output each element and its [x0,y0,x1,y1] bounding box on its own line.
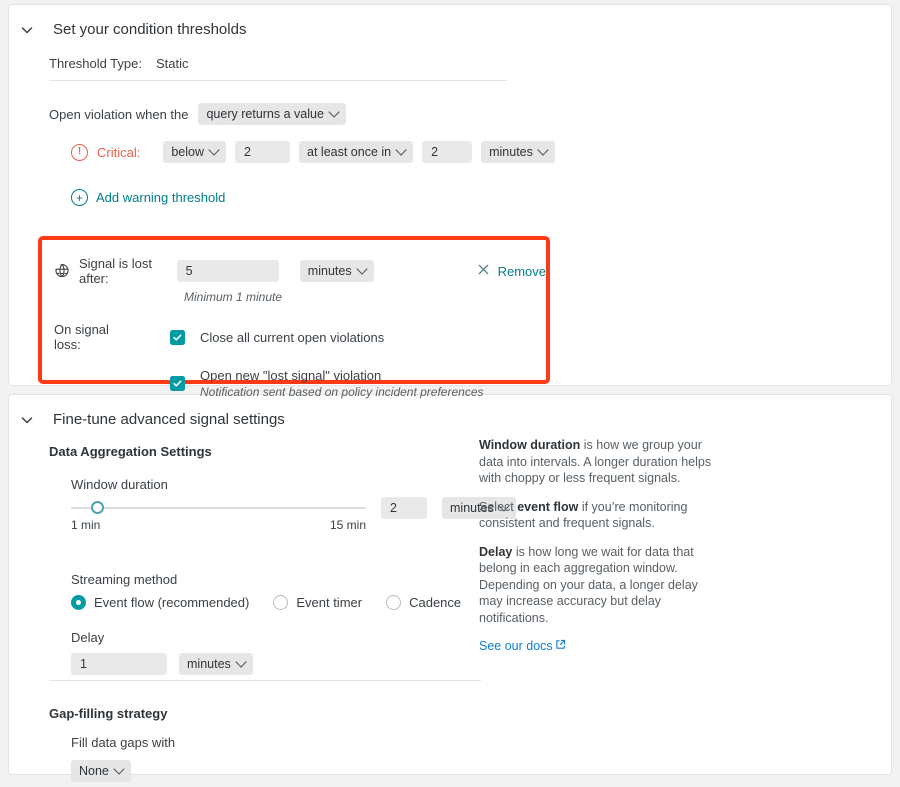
slider-thumb[interactable] [91,501,105,514]
critical-label: Critical: [97,144,141,160]
checkbox-open-lost-signal-violation[interactable] [170,376,185,391]
checkbox-close-violations-label: Close all current open violations [200,329,385,345]
signal-lost-unit-select[interactable]: minutes [299,260,374,282]
threshold-type-value: Static [155,56,189,71]
alert-circle-icon: ! [71,143,88,161]
help-text-event-flow-pre: Select [479,499,518,514]
plus-circle-icon: + [71,189,88,206]
chevron-down-icon [208,144,220,156]
radio-event-timer-label: Event timer [296,595,363,610]
advanced-signal-settings-card: Fine-tune advanced signal settings Data … [8,394,892,782]
chevron-down-icon [355,263,368,275]
add-warning-threshold-button[interactable]: + Add warning threshold [71,189,225,206]
threshold-type-row: Threshold Type: Static [49,56,891,71]
threshold-type-label: Threshold Type: [49,56,142,71]
see-our-docs-label: See our docs [479,639,553,653]
chevron-down-icon [395,144,407,156]
chevron-down-icon [235,656,247,668]
signal-loss-settings-highlight: Signal is lost after: 5 minutes Remove M… [38,236,550,399]
critical-duration-unit-value: minutes [489,145,533,159]
help-bold-delay: Delay [479,544,513,559]
checkbox-open-lost-signal-label: Open new "lost signal" violation [200,368,382,383]
slider-min-label: 1 min [71,518,101,532]
radio-cadence[interactable] [386,595,402,610]
signal-lost-after-value: 5 [185,264,193,278]
add-warning-threshold-label: Add warning threshold [96,190,226,205]
open-violation-label: Open violation when the [49,106,189,122]
fill-data-gaps-label: Fill data gaps with [71,735,176,750]
close-x-icon [477,263,490,279]
radio-event-flow-label: Event flow (recommended) [94,595,250,610]
chevron-down-icon[interactable] [19,22,35,38]
aggregation-settings-heading: Data Aggregation Settings [49,444,212,459]
signal-lost-unit-value: minutes [307,264,352,278]
thresholds-section-header[interactable]: Set your condition thresholds [9,5,891,38]
alert-condition-settings-page: Set your condition thresholds Threshold … [0,0,900,787]
critical-duration-text: 2 [431,145,439,159]
remove-signal-loss-button[interactable]: Remove [477,263,546,279]
slider-tick-labels: 1 min 15 min [71,518,366,532]
page-title: Set your condition thresholds [53,21,247,38]
chevron-down-icon[interactable] [19,412,35,428]
critical-operator-value: below [171,145,205,159]
chevron-down-icon [328,106,340,118]
delay-value: 1 [80,657,87,671]
critical-duration-input[interactable]: 2 [422,141,473,163]
critical-duration-unit-select[interactable]: minutes [481,141,555,163]
critical-frequency-value: at least once in [307,145,392,159]
chevron-down-icon [113,763,125,775]
window-duration-value: 2 [390,501,397,515]
critical-value-text: 2 [244,145,251,159]
on-signal-loss-label: On signal loss: [54,322,109,352]
delay-unit-select[interactable]: minutes [179,653,253,675]
see-our-docs-link[interactable]: See our docs [479,638,566,655]
radio-event-flow[interactable] [71,595,86,610]
minimum-duration-note: Minimum 1 minute [184,290,283,304]
open-violation-select-value: query returns a value [206,107,324,121]
help-paragraph-delay: Delay is how long we wait for data that … [479,544,724,627]
signal-lost-after-input[interactable]: 5 [176,260,279,282]
signal-lost-after-row: Signal is lost after: 5 minutes Remove [54,256,546,286]
checkbox-close-violations[interactable] [170,329,185,345]
advanced-section-header[interactable]: Fine-tune advanced signal settings [9,395,891,428]
window-duration-input[interactable]: 2 [381,497,427,519]
help-bold-window-duration: Window duration [479,438,581,452]
chevron-down-icon [537,144,549,156]
window-duration-slider[interactable] [71,500,366,516]
help-text-column: Window duration is how we group your dat… [479,437,724,655]
open-violation-row: Open violation when the query returns a … [49,103,891,125]
help-bold-event-flow: event flow [517,499,579,514]
fill-data-gaps-value: None [79,764,109,778]
external-link-icon [555,638,566,655]
critical-value-input[interactable]: 2 [235,141,291,163]
divider [49,680,481,681]
divider [49,80,507,81]
slider-max-label: 15 min [329,518,366,532]
radio-event-timer[interactable] [273,595,289,610]
delay-unit-value: minutes [187,657,231,671]
slider-track [71,507,366,509]
help-paragraph-event-flow: Select event flow if you’re monitoring c… [479,499,724,532]
open-violation-select[interactable]: query returns a value [198,103,346,125]
help-text-delay: is how long we wait for data that belong… [479,544,698,625]
advanced-section-title: Fine-tune advanced signal settings [53,411,285,428]
signal-lost-globe-icon [54,263,70,279]
fill-data-gaps-select[interactable]: None [71,760,131,782]
critical-operator-select[interactable]: below [163,141,227,163]
critical-frequency-select[interactable]: at least once in [299,141,414,163]
gap-filling-heading: Gap-filling strategy [49,706,168,721]
lost-signal-notification-note: Notification sent based on policy incide… [200,385,484,399]
on-signal-loss-row-2: Open new "lost signal" violation Notific… [54,368,546,399]
delay-input[interactable]: 1 [71,653,167,675]
critical-threshold-row: ! Critical: below 2 at least once in 2 m… [71,141,891,163]
signal-lost-after-label: Signal is lost after: [79,256,152,286]
radio-cadence-label: Cadence [409,595,462,610]
remove-label: Remove [497,263,546,279]
help-paragraph-window-duration: Window duration is how we group your dat… [479,437,724,487]
on-signal-loss-row-1: On signal loss: Close all current open v… [54,322,546,352]
